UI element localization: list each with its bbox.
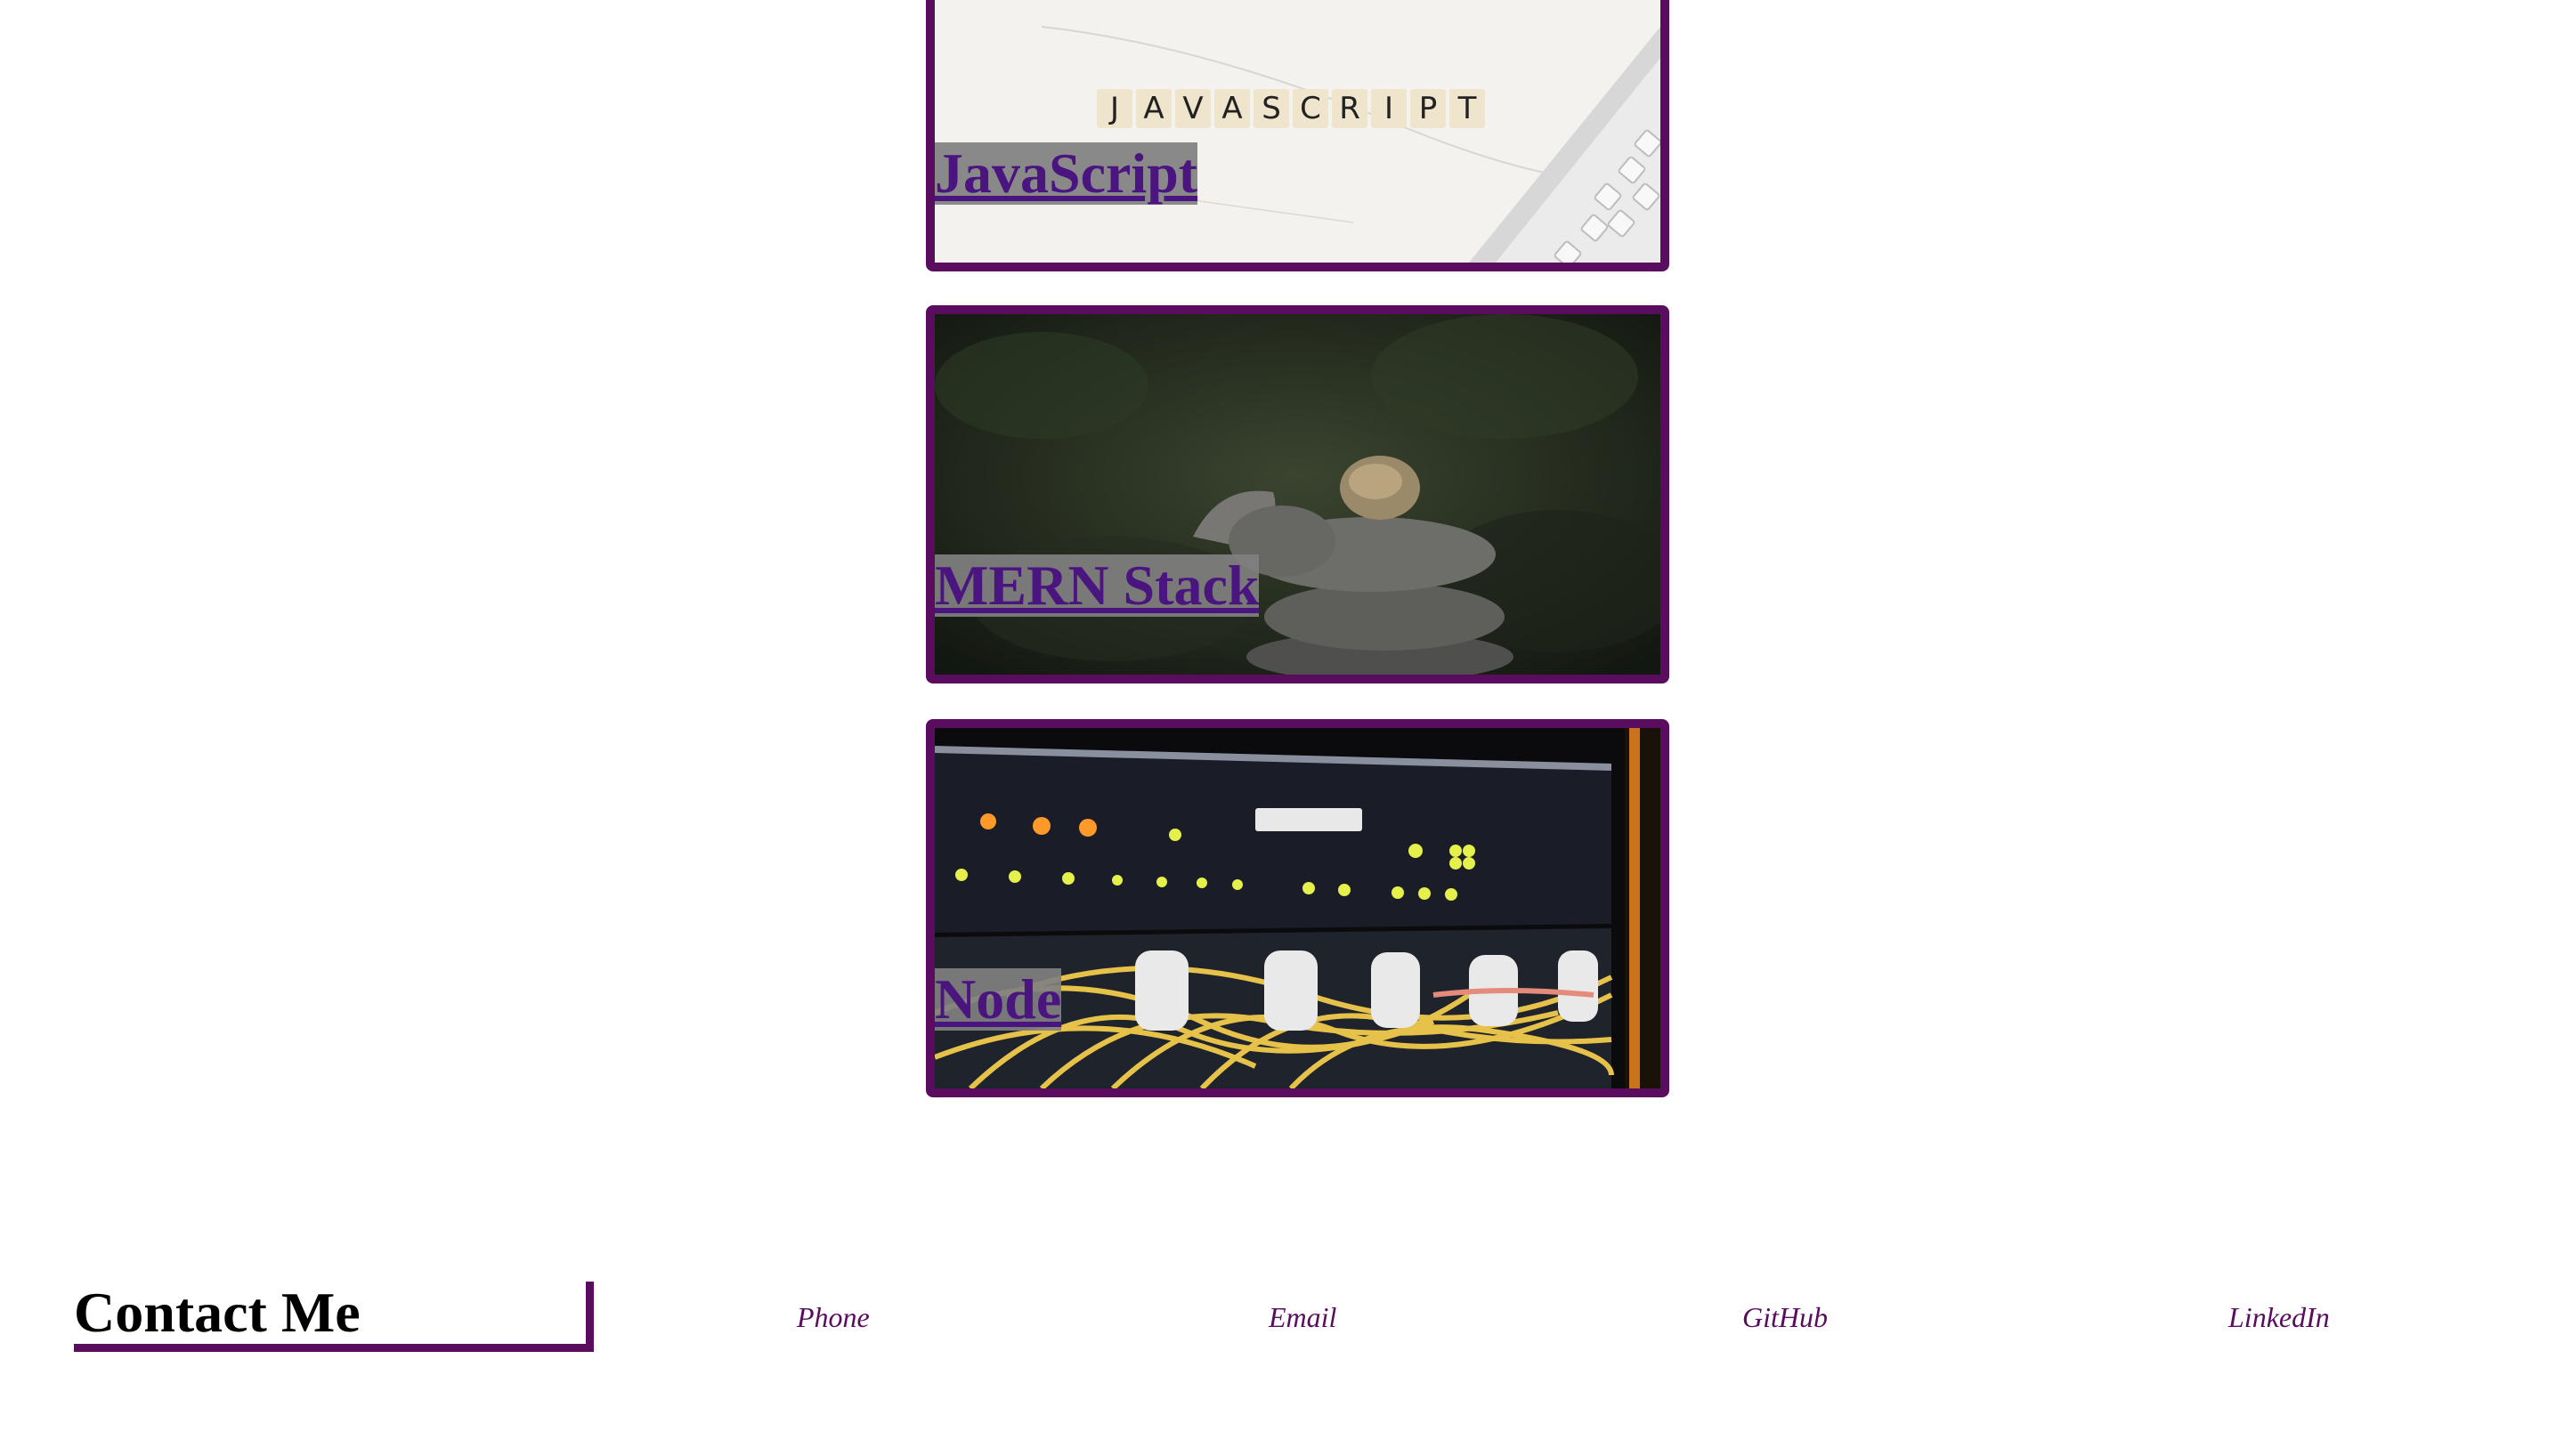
svg-text:S: S [1262, 91, 1281, 126]
svg-text:R: R [1339, 91, 1360, 126]
svg-text:I: I [1384, 91, 1393, 126]
project-link-mern-stack[interactable]: MERN Stack [935, 554, 1260, 617]
svg-text:T: T [1457, 91, 1477, 126]
contact-footer: Contact Me Phone Email GitHub LinkedIn [0, 1282, 2564, 1406]
svg-text:P: P [1419, 91, 1438, 126]
linkedin-link[interactable]: LinkedIn [2228, 1301, 2330, 1334]
phone-link[interactable]: Phone [797, 1301, 870, 1334]
github-link[interactable]: GitHub [1742, 1301, 1828, 1334]
project-link-javascript[interactable]: JavaScript [935, 142, 1198, 205]
project-card-mern-stack[interactable]: MERN Stack [926, 305, 1669, 684]
email-link[interactable]: Email [1269, 1301, 1336, 1334]
svg-text:J: J [1108, 91, 1119, 126]
javascript-tiles-image: J A V A S C R I P T [935, 0, 1660, 263]
page: J A V A S C R I P T JavaScript MERN Stac… [0, 0, 2564, 1456]
project-card-javascript[interactable]: J A V A S C R I P T JavaScript [926, 0, 1669, 271]
svg-text:A: A [1143, 91, 1164, 126]
contact-heading: Contact Me [74, 1282, 594, 1352]
network-cables-image [935, 728, 1660, 1088]
project-card-node[interactable]: Node [926, 719, 1669, 1097]
svg-text:C: C [1300, 91, 1321, 126]
project-link-node[interactable]: Node [935, 968, 1062, 1031]
stacked-rocks-image [935, 314, 1660, 675]
svg-text:V: V [1182, 91, 1203, 126]
svg-text:A: A [1221, 91, 1242, 126]
